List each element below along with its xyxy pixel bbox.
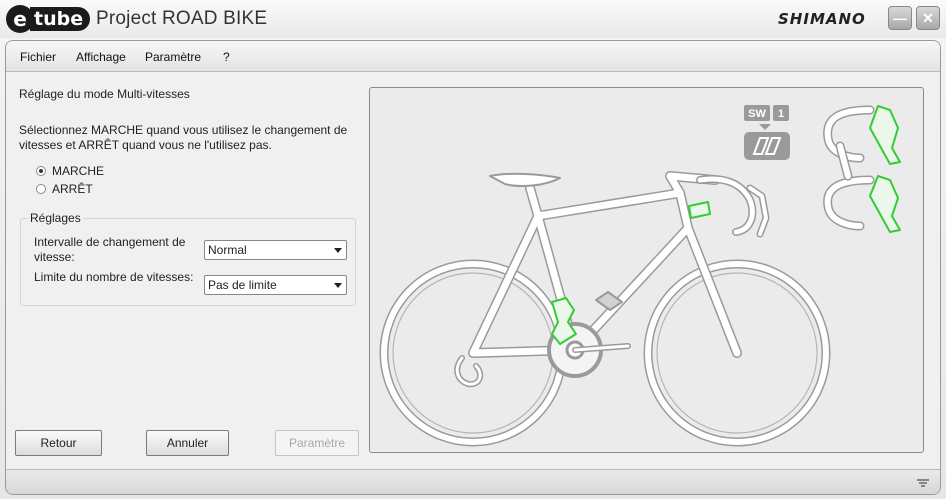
bicycle: [379, 171, 831, 447]
minimize-icon: —: [893, 10, 907, 26]
main-frame: Fichier Affichage Paramètre ? Réglage du…: [5, 40, 941, 495]
bike-diagram: SW 1: [369, 87, 924, 453]
handlebar-thumbnail: [823, 105, 901, 233]
shimano-logo: SHIMANO: [778, 10, 866, 28]
chevron-down-icon: [334, 248, 342, 253]
radio-marche-label: MARCHE: [52, 164, 105, 178]
limit-value: Pas de limite: [208, 278, 277, 292]
close-button[interactable]: ✕: [916, 6, 940, 30]
limit-label: Limite du nombre de vitesses:: [34, 270, 194, 284]
radio-arret[interactable]: ARRÊT: [36, 182, 93, 196]
menu-bar: Fichier Affichage Paramètre ?: [6, 41, 940, 72]
junction-highlight: [688, 201, 711, 219]
radio-arret-label: ARRÊT: [52, 182, 93, 196]
bike-illustration: SW 1: [379, 105, 901, 447]
page-title: Réglage du mode Multi-vitesses: [19, 87, 190, 101]
switch-number: 1: [778, 108, 784, 120]
cancel-button[interactable]: Annuler: [146, 430, 229, 456]
menu-help[interactable]: ?: [223, 50, 230, 64]
interval-select[interactable]: Normal: [204, 240, 347, 260]
back-button[interactable]: Retour: [15, 430, 102, 456]
interval-label: Intervalle de changement de vitesse:: [34, 235, 186, 264]
limit-select[interactable]: Pas de limite: [204, 275, 347, 295]
radio-marche[interactable]: MARCHE: [36, 164, 104, 178]
menu-fichier[interactable]: Fichier: [20, 50, 56, 64]
radio-selected-icon[interactable]: [36, 166, 46, 176]
parameter-button[interactable]: Paramètre: [275, 430, 359, 456]
close-icon: ✕: [922, 9, 934, 26]
resize-grip-icon[interactable]: [916, 478, 930, 488]
etube-logo: e tube: [6, 4, 91, 33]
title-bar: e tube Project ROAD BIKE SHIMANO — ✕: [0, 0, 946, 38]
switch-label: SW: [748, 108, 766, 120]
switch-indicator: SW 1: [744, 105, 790, 160]
instruction-text: Sélectionnez MARCHE quand vous utilisez …: [19, 123, 348, 152]
app-window: e tube Project ROAD BIKE SHIMANO — ✕ Fic…: [0, 0, 946, 499]
status-bar: [6, 469, 940, 494]
radio-unselected-icon[interactable]: [36, 184, 46, 194]
interval-value: Normal: [208, 243, 247, 257]
menu-affichage[interactable]: Affichage: [76, 50, 126, 64]
settings-group-title: Réglages: [28, 211, 83, 225]
logo-tube: tube: [30, 6, 91, 31]
menu-parametre[interactable]: Paramètre: [145, 50, 201, 64]
settings-pane: Réglage du mode Multi-vitesses Sélection…: [6, 72, 366, 466]
chevron-down-icon: [334, 283, 342, 288]
minimize-button[interactable]: —: [888, 6, 912, 30]
app-title: Project ROAD BIKE: [96, 8, 268, 29]
